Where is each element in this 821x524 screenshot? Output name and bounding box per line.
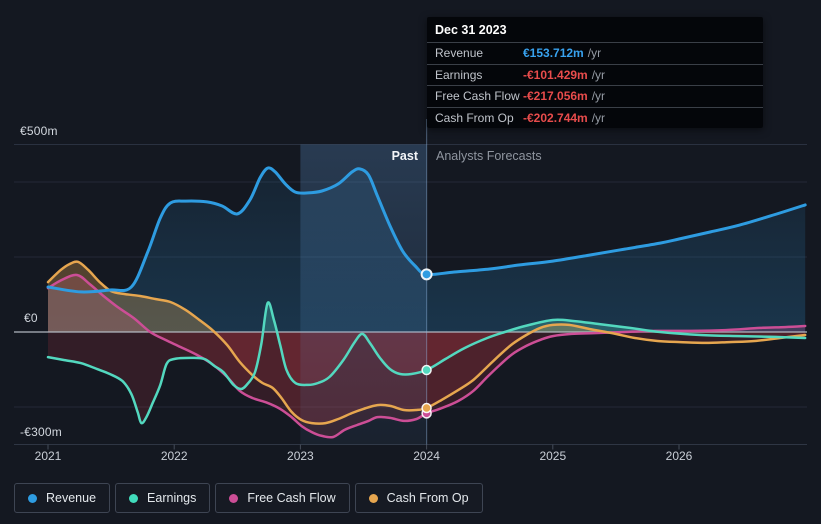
x-axis-label-2026: 2026 <box>665 449 693 463</box>
y-axis-label-neg300m: -€300m <box>20 425 62 439</box>
marker-revenue[interactable] <box>420 268 433 281</box>
y-axis-label-zero: €0 <box>24 311 38 325</box>
tooltip-row-cash-from-op: Cash From Op -€202.744m/yr <box>427 106 763 129</box>
legend-color-dot-icon <box>229 493 239 503</box>
tooltip-date-title: Dec 31 2023 <box>435 23 507 37</box>
chart-tooltip: Dec 31 2023 Revenue €153.712m/yr Earnings -… <box>427 17 763 128</box>
tooltip-rows: Revenue €153.712m/yr Earnings -€101.429m/yr… <box>427 42 763 128</box>
tooltip-row-earnings: Earnings -€101.429m/yr <box>427 63 763 86</box>
x-axis-label-2021: 2021 <box>34 449 62 463</box>
legend-item-cash-from-op[interactable]: Cash From Op <box>354 483 483 513</box>
marker-cash-from-op[interactable] <box>421 402 432 414</box>
legend-color-dot-icon <box>129 493 139 503</box>
cashflow-forecast-page: €500m €0 -€300m Past Analysts Forecasts … <box>0 0 821 524</box>
tooltip-row-value: €153.712m <box>523 46 584 61</box>
tooltip-row-label: Free Cash Flow <box>435 89 520 104</box>
chart-legend: Revenue Earnings Free Cash Flow Cash From O… <box>14 483 483 513</box>
analysts-forecasts-label: Analysts Forecasts <box>436 149 542 163</box>
tooltip-row-label: Earnings <box>435 67 483 82</box>
legend-item-free-cash-flow[interactable]: Free Cash Flow <box>215 483 350 513</box>
legend-color-dot-icon <box>28 493 37 503</box>
legend-color-dot-icon <box>368 493 378 503</box>
past-label: Past <box>391 149 418 163</box>
legend-item-label: Free Cash Flow <box>247 491 336 505</box>
legend-item-earnings[interactable]: Earnings <box>115 483 211 513</box>
y-axis-label-500m: €500m <box>20 124 58 138</box>
tooltip-row-unit: /yr <box>591 110 606 125</box>
x-axis-label-2022: 2022 <box>160 449 188 463</box>
hover-highlight-band <box>300 144 427 445</box>
tooltip-row-label: Revenue <box>435 46 484 61</box>
tooltip-row-value: -€202.744m <box>523 110 588 125</box>
tooltip-row-free-cash-flow: Free Cash Flow -€217.056m/yr <box>427 85 763 107</box>
legend-item-label: Earnings <box>147 491 197 505</box>
tooltip-row-value: -€217.056m <box>523 89 588 104</box>
x-axis-label-2024: 2024 <box>413 449 440 463</box>
x-axis-label-2023: 2023 <box>287 449 314 463</box>
legend-item-label: Revenue <box>46 491 97 505</box>
tooltip-row-value: -€101.429m <box>523 67 588 82</box>
tooltip-row-unit: /yr <box>587 46 602 61</box>
tooltip-row-label: Cash From Op <box>435 110 514 125</box>
tooltip-row-unit: /yr <box>591 67 606 82</box>
tooltip-row-revenue: Revenue €153.712m/yr <box>427 42 763 64</box>
tooltip-row-unit: /yr <box>591 89 606 104</box>
legend-item-revenue[interactable]: Revenue <box>14 483 111 513</box>
marker-earnings[interactable] <box>421 364 432 376</box>
legend-item-label: Cash From Op <box>386 491 469 505</box>
x-axis-label-2025: 2025 <box>539 449 567 463</box>
